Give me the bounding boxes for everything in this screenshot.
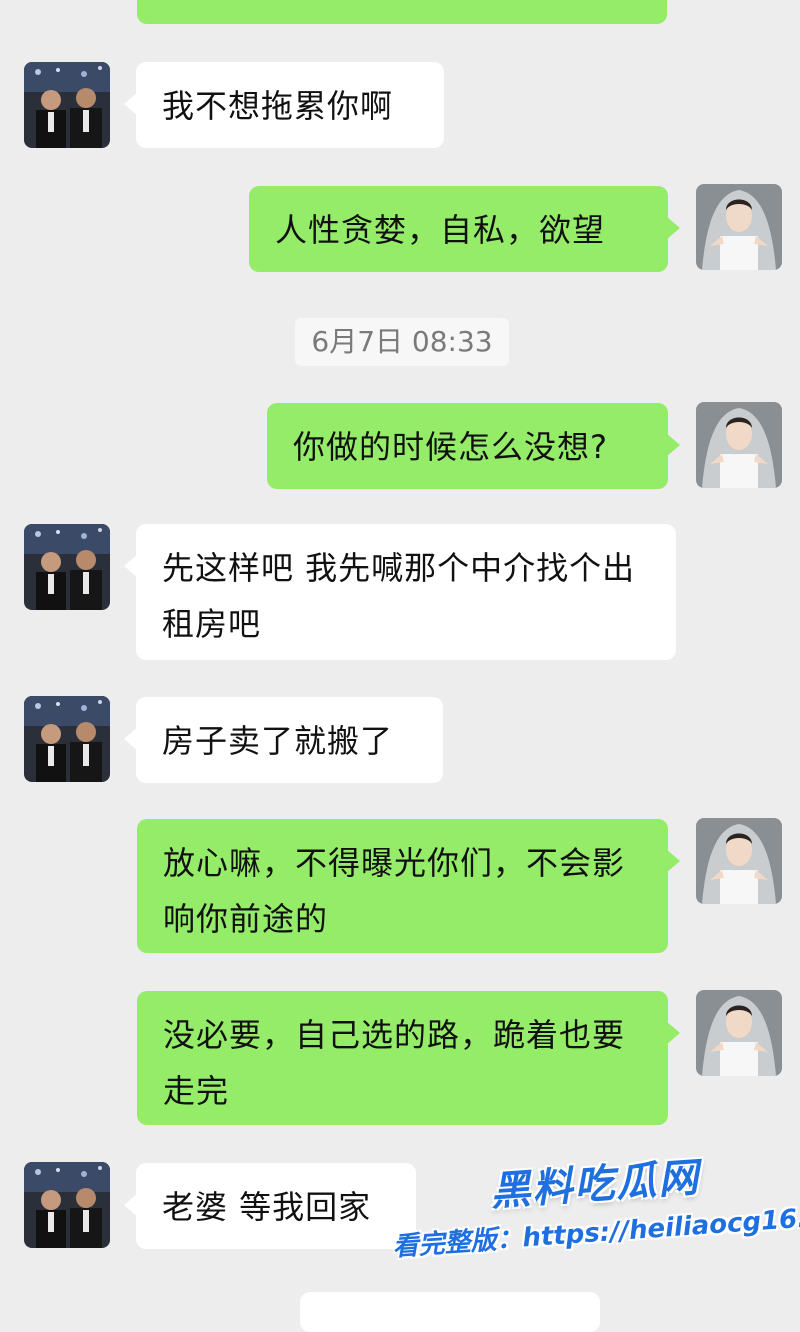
message-bubble-incoming[interactable]: 老婆 等我回家 [124, 1163, 416, 1249]
contact-avatar-icon[interactable] [24, 1162, 110, 1248]
message-bubble-outgoing[interactable]: 人性贪婪，自私，欲望 [249, 186, 680, 272]
message-text: 没必要，自己选的路，跪着也要走完 [163, 1016, 626, 1110]
user-avatar-icon[interactable] [696, 990, 782, 1076]
user-avatar-icon[interactable] [696, 184, 782, 270]
message-text: 你做的时候怎么没想? [293, 428, 608, 466]
contact-avatar-icon[interactable] [24, 62, 110, 148]
contact-avatar-icon[interactable] [24, 696, 110, 782]
user-avatar-icon[interactable] [696, 818, 782, 904]
message-bubble-outgoing-cropped[interactable] [300, 1292, 600, 1332]
message-text: 房子卖了就搬了 [162, 722, 394, 760]
message-bubble-incoming[interactable]: 先这样吧 我先喊那个中介找个出租房吧 [124, 524, 676, 660]
message-bubble-outgoing[interactable]: 没必要，自己选的路，跪着也要走完 [137, 991, 680, 1125]
message-text: 先这样吧 我先喊那个中介找个出租房吧 [162, 549, 636, 643]
message-bubble-outgoing[interactable]: 你做的时候怎么没想? [267, 403, 680, 489]
message-bubble-incoming[interactable]: 房子卖了就搬了 [124, 697, 443, 783]
message-bubble-outgoing[interactable]: 放心嘛，不得曝光你们，不会影响你前途的 [137, 819, 680, 953]
contact-avatar-icon[interactable] [24, 524, 110, 610]
message-text: 人性贪婪，自私，欲望 [275, 211, 606, 249]
message-bubble-incoming[interactable]: 我不想拖累你啊 [124, 62, 444, 148]
message-text: 我不想拖累你啊 [162, 87, 394, 125]
message-text: 放心嘛，不得曝光你们，不会影响你前途的 [163, 844, 626, 938]
chat-timestamp: 6月7日 08:33 [295, 318, 509, 366]
message-bubble-outgoing-cropped[interactable] [137, 0, 667, 24]
message-text: 老婆 等我回家 [162, 1188, 372, 1226]
user-avatar-icon[interactable] [696, 402, 782, 488]
